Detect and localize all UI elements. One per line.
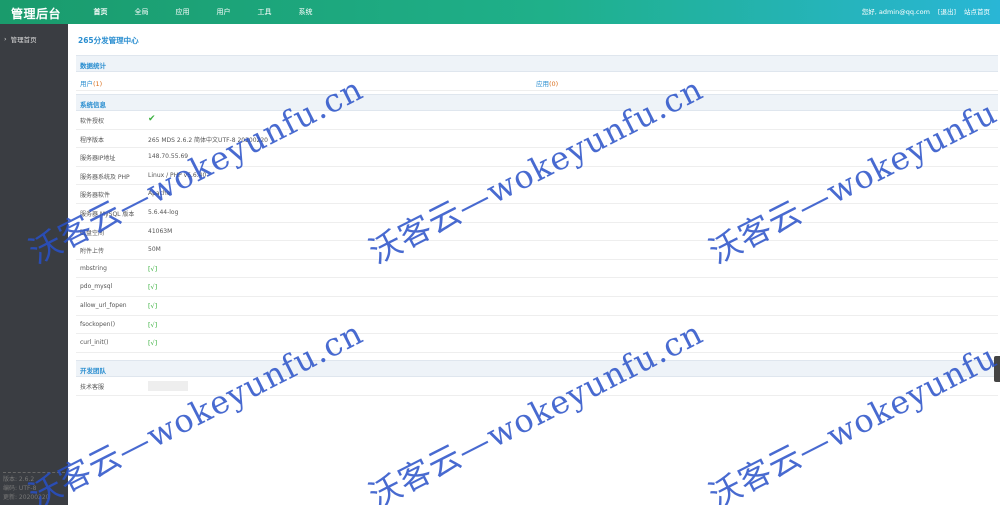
row-label: curl_init() <box>80 339 109 347</box>
row-label: 服务器系统及 PHP <box>80 173 130 181</box>
tech-support-field <box>148 381 188 391</box>
sidebar-footer: 版本: 2.6.2 编码: UTF-8 更新: 20200220 <box>3 472 65 502</box>
nav-home[interactable]: 首页 <box>80 0 121 24</box>
version-text: 版本: 2.6.2 <box>3 476 35 483</box>
page-title: 265分发管理中心 <box>78 36 139 45</box>
top-header: 管理后台 首页 全局 应用 用户 工具 系统 您好, admin@qq.com … <box>0 0 1000 24</box>
check-icon: ✔ <box>148 114 156 124</box>
status-badge: [√] <box>148 264 158 273</box>
row-label: 服务器 MySQL 版本 <box>80 211 135 218</box>
user-area: 您好, admin@qq.com [退出] 站点首页 <box>862 0 990 24</box>
row-label: 附件上传 <box>80 248 105 256</box>
update-text: 更新: 20200220 <box>3 494 50 501</box>
nav-users[interactable]: 用户 <box>203 0 244 24</box>
section-title: 数据统计 <box>80 62 106 70</box>
row-value: 50M <box>148 246 161 254</box>
stat-count: (1) <box>93 80 103 88</box>
table-row: pdo_mysql [√] <box>76 278 998 297</box>
table-row: curl_init() [√] <box>76 334 998 353</box>
row-label: pdo_mysql <box>80 283 113 291</box>
status-badge: [√] <box>148 302 158 310</box>
table-row: 服务器系统及 PHP Linux / PHP v5.6.40 <box>76 167 998 186</box>
row-value: Apache <box>148 190 171 198</box>
stat-apps[interactable]: 应用(0) <box>536 78 558 88</box>
section-title: 系统信息 <box>80 101 106 109</box>
nav-global[interactable]: 全局 <box>121 0 162 24</box>
table-row: 磁盘空间 41063M <box>76 223 998 242</box>
row-label: 磁盘空间 <box>80 229 105 237</box>
stat-count: (0) <box>549 80 559 88</box>
row-label: mbstring <box>80 264 107 272</box>
table-row: 服务器软件 Apache <box>76 185 998 204</box>
nav-system[interactable]: 系统 <box>285 0 326 24</box>
table-row: 服务器IP地址 148.70.55.69 <box>76 148 998 167</box>
nav-apps[interactable]: 应用 <box>162 0 203 24</box>
status-badge: [√] <box>148 283 158 292</box>
row-label: 程序版本 <box>80 136 105 144</box>
encoding-text: 编码: UTF-8 <box>3 485 37 492</box>
table-row: 程序版本 265 MDS 2.6.2 简体中文UTF-8 20200220 <box>76 130 998 149</box>
main-content: 265分发管理中心 数据统计 用户(1) 应用(0) 系统信息 软件授权 ✔ 程… <box>68 24 1000 505</box>
sidebar-item-admin-home[interactable]: › 管理首页 <box>4 34 37 44</box>
row-label: 技术客服 <box>80 384 105 391</box>
site-home-link[interactable]: 站点首页 <box>964 0 990 24</box>
sidebar-item-label: 管理首页 <box>10 36 37 44</box>
row-label: 软件授权 <box>80 118 105 125</box>
row-label: 服务器IP地址 <box>80 155 116 163</box>
stats-row: 用户(1) 应用(0) <box>76 73 998 91</box>
table-row: 服务器 MySQL 版本 5.6.44-log <box>76 204 998 223</box>
stats-section-header: 数据统计 <box>76 55 998 72</box>
side-scroll-tab[interactable] <box>994 356 1000 382</box>
sysinfo-section-header: 系统信息 <box>76 94 998 111</box>
table-row: 软件授权 ✔ <box>76 111 998 130</box>
table-row: mbstring [√] <box>76 260 998 279</box>
row-label: allow_url_fopen <box>80 302 127 309</box>
table-row: 技术客服 <box>76 377 998 396</box>
row-label: fsockopen() <box>80 320 116 328</box>
section-title: 开发团队 <box>80 367 106 375</box>
sidebar: › 管理首页 版本: 2.6.2 编码: UTF-8 更新: 20200220 <box>0 24 68 505</box>
table-row: 附件上传 50M <box>76 241 998 260</box>
user-greeting: 您好, admin@qq.com <box>861 8 930 16</box>
status-badge: [√] <box>148 320 158 329</box>
row-value: 265 MDS 2.6.2 简体中文UTF-8 20200220 <box>148 136 268 144</box>
chevron-right-icon: › <box>4 35 7 43</box>
team-section-header: 开发团队 <box>76 360 998 377</box>
main-nav: 首页 全局 应用 用户 工具 系统 <box>80 0 326 24</box>
row-value: 41063M <box>148 227 173 235</box>
row-value: 148.70.55.69 <box>148 153 189 161</box>
brand-title: 管理后台 <box>11 7 62 21</box>
row-label: 服务器软件 <box>80 192 111 200</box>
row-value: 5.6.44-log <box>148 209 179 216</box>
status-badge: [√] <box>148 339 158 348</box>
table-row: allow_url_fopen [√] <box>76 297 998 316</box>
row-value: Linux / PHP v5.6.40 <box>148 171 207 179</box>
table-row: fsockopen() [√] <box>76 316 998 335</box>
stat-label: 应用 <box>536 80 549 88</box>
stat-label: 用户 <box>80 80 93 88</box>
divider <box>3 472 65 473</box>
stat-users[interactable]: 用户(1) <box>80 78 102 88</box>
nav-tools[interactable]: 工具 <box>244 0 285 24</box>
logout-link[interactable]: [退出] <box>938 0 956 24</box>
